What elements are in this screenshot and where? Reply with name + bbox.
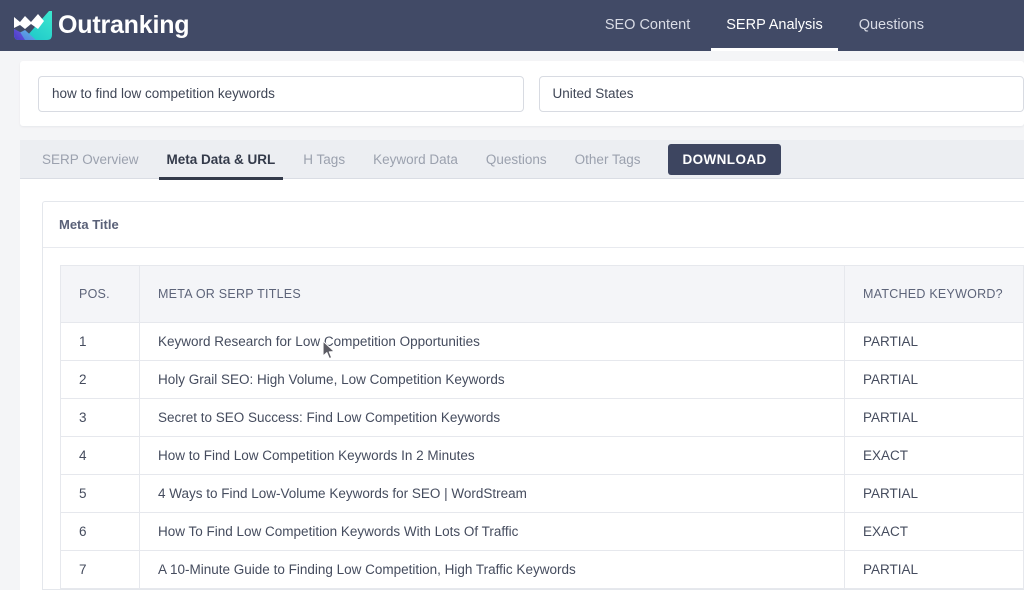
keyword-input-value: how to find low competition keywords bbox=[52, 86, 275, 101]
brand-name: Outranking bbox=[58, 13, 189, 38]
cell-title: How To Find Low Competition Keywords Wit… bbox=[140, 513, 845, 551]
tab-serp-overview[interactable]: SERP Overview bbox=[28, 140, 153, 179]
nav-link-serp-analysis[interactable]: SERP Analysis bbox=[708, 0, 840, 51]
table-row[interactable]: 6 How To Find Low Competition Keywords W… bbox=[61, 513, 1024, 551]
tab-other-tags[interactable]: Other Tags bbox=[561, 140, 655, 179]
tab-h-tags[interactable]: H Tags bbox=[289, 140, 359, 179]
cell-pos: 4 bbox=[61, 437, 140, 475]
cell-pos: 5 bbox=[61, 475, 140, 513]
table-header-row: POS. META OR SERP TITLES MATCHED KEYWORD… bbox=[61, 266, 1024, 323]
table-row[interactable]: 4 How to Find Low Competition Keywords I… bbox=[61, 437, 1024, 475]
column-header-pos: POS. bbox=[61, 266, 140, 323]
nav-links: SEO Content SERP Analysis Questions bbox=[587, 0, 1024, 51]
meta-title-panel: Meta Title POS. META OR SERP TITLES MATC… bbox=[42, 201, 1024, 590]
nav-link-label: SERP Analysis bbox=[726, 18, 822, 33]
cell-matched: EXACT bbox=[845, 437, 1024, 475]
cell-matched: PARTIAL bbox=[845, 399, 1024, 437]
download-button[interactable]: DOWNLOAD bbox=[668, 144, 780, 175]
tab-meta-data-url[interactable]: Meta Data & URL bbox=[153, 140, 290, 179]
cell-title: Holy Grail SEO: High Volume, Low Competi… bbox=[140, 361, 845, 399]
tab-strip: SERP Overview Meta Data & URL H Tags Key… bbox=[20, 140, 1024, 179]
keyword-input[interactable]: how to find low competition keywords bbox=[38, 76, 524, 112]
column-header-matched: MATCHED KEYWORD? bbox=[845, 266, 1024, 323]
table-row[interactable]: 3 Secret to SEO Success: Find Low Compet… bbox=[61, 399, 1024, 437]
brand-logo[interactable]: Outranking bbox=[11, 9, 189, 43]
mountain-chart-logo-icon bbox=[11, 9, 55, 43]
nav-link-label: SEO Content bbox=[605, 18, 690, 33]
region-input-value: United States bbox=[553, 86, 634, 101]
panel-title: Meta Title bbox=[43, 202, 1024, 248]
cell-title: How to Find Low Competition Keywords In … bbox=[140, 437, 845, 475]
serp-results-table: POS. META OR SERP TITLES MATCHED KEYWORD… bbox=[60, 265, 1024, 589]
cell-title: Keyword Research for Low Competition Opp… bbox=[140, 323, 845, 361]
table-row[interactable]: 2 Holy Grail SEO: High Volume, Low Compe… bbox=[61, 361, 1024, 399]
content-area: Meta Title POS. META OR SERP TITLES MATC… bbox=[20, 179, 1024, 590]
table-row[interactable]: 7 A 10-Minute Guide to Finding Low Compe… bbox=[61, 551, 1024, 589]
panel-body: POS. META OR SERP TITLES MATCHED KEYWORD… bbox=[43, 248, 1024, 589]
tab-keyword-data[interactable]: Keyword Data bbox=[359, 140, 472, 179]
tab-label: Meta Data & URL bbox=[167, 152, 276, 167]
tab-label: SERP Overview bbox=[42, 152, 139, 167]
cell-matched: PARTIAL bbox=[845, 323, 1024, 361]
nav-link-seo-content[interactable]: SEO Content bbox=[587, 0, 708, 51]
cell-matched: EXACT bbox=[845, 513, 1024, 551]
region-input[interactable]: United States bbox=[539, 76, 1024, 112]
cell-pos: 3 bbox=[61, 399, 140, 437]
tab-label: Questions bbox=[486, 152, 547, 167]
table-row[interactable]: 5 4 Ways to Find Low-Volume Keywords for… bbox=[61, 475, 1024, 513]
cell-pos: 1 bbox=[61, 323, 140, 361]
cell-matched: PARTIAL bbox=[845, 475, 1024, 513]
cell-matched: PARTIAL bbox=[845, 551, 1024, 589]
cell-pos: 7 bbox=[61, 551, 140, 589]
column-header-titles: META OR SERP TITLES bbox=[140, 266, 845, 323]
cell-title: 4 Ways to Find Low-Volume Keywords for S… bbox=[140, 475, 845, 513]
table-row[interactable]: 1 Keyword Research for Low Competition O… bbox=[61, 323, 1024, 361]
cell-pos: 6 bbox=[61, 513, 140, 551]
search-card: how to find low competition keywords Uni… bbox=[20, 61, 1024, 126]
tab-label: Keyword Data bbox=[373, 152, 458, 167]
cell-pos: 2 bbox=[61, 361, 140, 399]
tab-label: Other Tags bbox=[575, 152, 641, 167]
nav-link-questions[interactable]: Questions bbox=[841, 0, 942, 51]
table-head: POS. META OR SERP TITLES MATCHED KEYWORD… bbox=[61, 266, 1024, 323]
cell-title: A 10-Minute Guide to Finding Low Competi… bbox=[140, 551, 845, 589]
top-navbar: Outranking SEO Content SERP Analysis Que… bbox=[0, 0, 1024, 51]
table-body: 1 Keyword Research for Low Competition O… bbox=[61, 323, 1024, 589]
cell-title: Secret to SEO Success: Find Low Competit… bbox=[140, 399, 845, 437]
tab-label: H Tags bbox=[303, 152, 345, 167]
cell-matched: PARTIAL bbox=[845, 361, 1024, 399]
nav-link-label: Questions bbox=[859, 18, 924, 33]
tab-questions[interactable]: Questions bbox=[472, 140, 561, 179]
